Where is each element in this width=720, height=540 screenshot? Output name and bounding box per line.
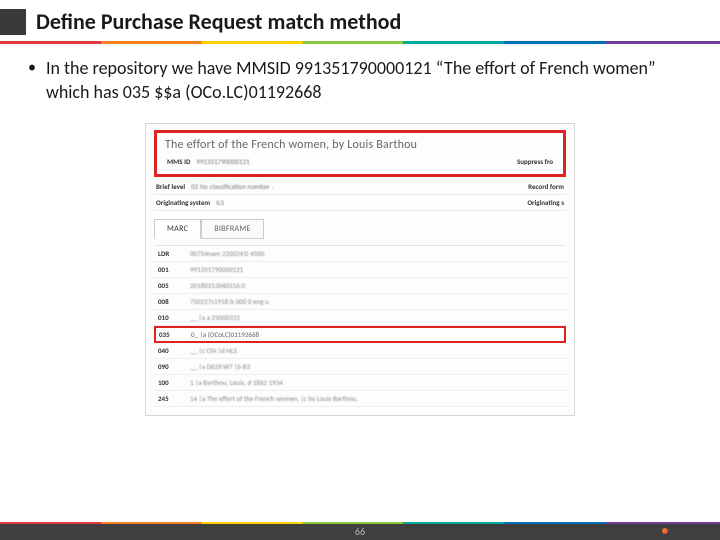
- meta-value: ILS: [216, 198, 224, 207]
- record-tabs: MARC BIBFRAME: [154, 219, 566, 239]
- marc-tag: 245: [158, 394, 190, 403]
- meta-label: Brief level: [156, 182, 185, 191]
- bullet-dot-icon: •: [28, 56, 36, 105]
- marc-tag: 100: [158, 378, 190, 387]
- marc-tag: 008: [158, 297, 190, 306]
- marc-tag: 090: [158, 362, 190, 371]
- slide-title: Define Purchase Request match method: [36, 8, 401, 35]
- bullet-item: • In the repository we have MMSID 991351…: [0, 44, 720, 109]
- slide-title-bar: Define Purchase Request match method: [0, 0, 720, 41]
- footer-rainbow-divider: [0, 522, 720, 524]
- logo-dot-icon: [662, 528, 668, 534]
- record-title-highlight: The effort of the French women, by Louis…: [154, 130, 566, 177]
- marc-row: 0350_ |a (OCoLC)01192668: [154, 326, 566, 343]
- marc-row: 090__ |a D639.W7 |b B3: [154, 359, 566, 375]
- marc-tag: 001: [158, 265, 190, 274]
- marc-value: __ |c CIN |d HLS: [190, 346, 562, 355]
- marc-value: 1 |a Barthou, Louis, d 1862 1934: [190, 378, 562, 387]
- meta-label: Originating system: [156, 198, 210, 207]
- meta-row: Brief level 02 No classification number …: [154, 179, 566, 195]
- marc-row: 1001 |a Barthou, Louis, d 1862 1934: [154, 375, 566, 391]
- marc-value: 00754nam 2200241I 4500: [190, 249, 562, 258]
- record-title: The effort of the French women, by Louis…: [165, 138, 555, 152]
- marc-value: __ |a D639.W7 |b B3: [190, 362, 562, 371]
- marc-tag: 035: [159, 330, 191, 339]
- marc-value: 750227s1918 ls 000 0 eng u: [190, 297, 562, 306]
- marc-value: 0_ |a (OCoLC)01192668: [191, 330, 561, 339]
- meta-label: MMS ID: [167, 157, 190, 166]
- tab-marc[interactable]: MARC: [154, 219, 201, 239]
- marc-tag: 005: [158, 281, 190, 290]
- meta-value: 02 No classification number .: [191, 182, 273, 191]
- meta-label: Suppress fro: [517, 157, 553, 166]
- tab-bibframe[interactable]: BIBFRAME: [201, 219, 264, 239]
- marc-row: 00520180313040316.0: [154, 278, 566, 294]
- marc-value: __ |a a 25000332: [190, 313, 562, 322]
- marc-tag: 010: [158, 313, 190, 322]
- marc-row: 040__ |c CIN |d HLS: [154, 343, 566, 359]
- marc-row: 001991351790000121: [154, 262, 566, 278]
- meta-row: MMS ID 991351790000121 Suppress fro: [165, 152, 555, 169]
- marc-table: LDR00754nam 2200241I 4500001991351790000…: [154, 245, 566, 407]
- footer-logo: [662, 526, 702, 536]
- bullet-text: In the repository we have MMSID 99135179…: [46, 56, 692, 105]
- marc-row: LDR00754nam 2200241I 4500: [154, 246, 566, 262]
- meta-row: Originating system ILS Originating s: [154, 195, 566, 211]
- embedded-screenshot: The effort of the French women, by Louis…: [145, 123, 575, 416]
- slide-footer: 66: [0, 522, 720, 540]
- marc-value: 991351790000121: [190, 265, 562, 274]
- marc-row: 010__ |a a 25000332: [154, 310, 566, 326]
- marc-tag: LDR: [158, 249, 190, 258]
- marc-row: 008750227s1918 ls 000 0 eng u: [154, 294, 566, 310]
- meta-value: 991351790000121: [196, 157, 249, 166]
- marc-tag: 040: [158, 346, 190, 355]
- marc-row: 24514 |a The effort of the French women,…: [154, 391, 566, 407]
- page-number: 66: [355, 525, 365, 538]
- marc-value: 14 |a The effort of the French women, |c…: [190, 394, 562, 403]
- meta-label: Originating s: [527, 198, 564, 207]
- title-accent-block: [0, 9, 26, 35]
- marc-value: 20180313040316.0: [190, 281, 562, 290]
- meta-label: Record form: [528, 182, 564, 191]
